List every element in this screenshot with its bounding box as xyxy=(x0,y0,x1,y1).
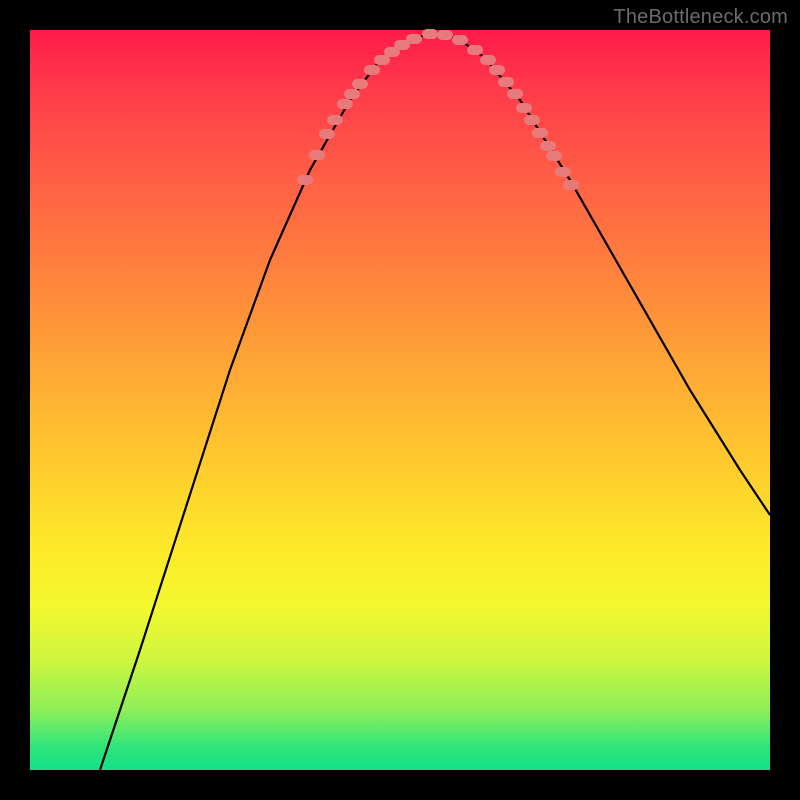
marker-pill xyxy=(352,79,368,89)
marker-pill xyxy=(555,167,571,177)
marker-pill xyxy=(437,30,453,40)
marker-pill xyxy=(406,34,422,44)
highlight-markers-left xyxy=(297,29,438,185)
marker-pill xyxy=(516,103,532,113)
marker-pill xyxy=(327,115,343,125)
bottleneck-curve xyxy=(100,32,770,770)
marker-pill xyxy=(309,150,325,160)
marker-pill xyxy=(319,129,335,139)
marker-pill xyxy=(364,65,380,75)
marker-pill xyxy=(563,180,579,190)
marker-pill xyxy=(452,35,468,45)
marker-pill xyxy=(480,55,496,65)
marker-pill xyxy=(467,45,483,55)
marker-pill xyxy=(540,141,556,151)
marker-pill xyxy=(532,128,548,138)
marker-pill xyxy=(489,65,505,75)
marker-pill xyxy=(337,99,353,109)
marker-pill xyxy=(422,29,438,39)
highlight-markers-right xyxy=(437,30,579,190)
chart-frame: TheBottleneck.com xyxy=(0,0,800,800)
marker-pill xyxy=(546,151,562,161)
plot-area xyxy=(30,30,770,770)
marker-pill xyxy=(507,89,523,99)
chart-svg xyxy=(30,30,770,770)
marker-pill xyxy=(344,89,360,99)
marker-pill xyxy=(524,115,540,125)
marker-pill xyxy=(297,175,313,185)
attribution-label: TheBottleneck.com xyxy=(613,6,788,29)
marker-pill xyxy=(498,77,514,87)
